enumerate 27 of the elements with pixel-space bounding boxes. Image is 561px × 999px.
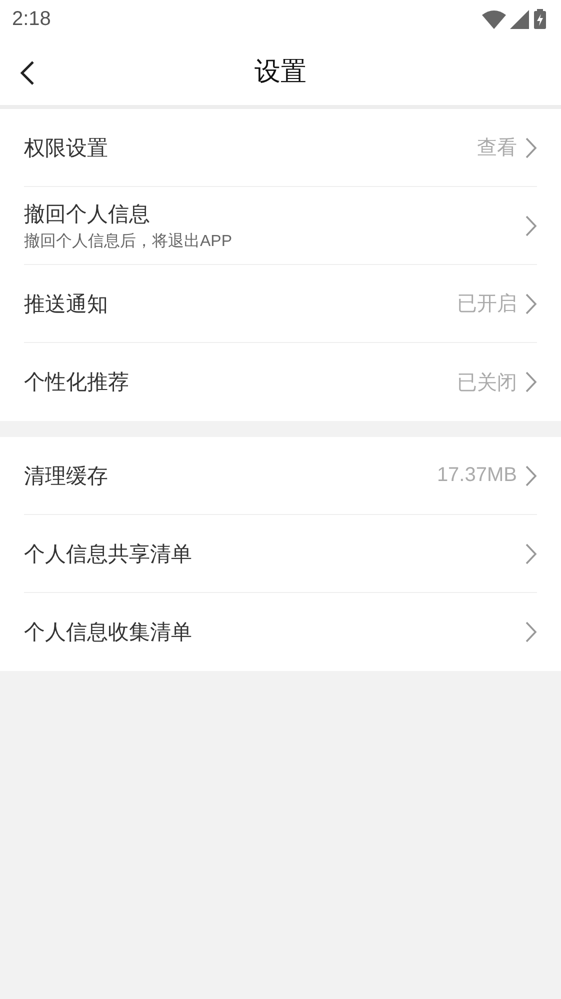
row-subtitle: 撤回个人信息后，将退出APP [24, 232, 234, 252]
back-icon [18, 60, 36, 86]
row-value: 已开启 [457, 292, 517, 317]
row-label: 个性化推荐 [24, 370, 130, 396]
page-title: 设置 [254, 55, 306, 88]
status-time: 2:18 [12, 8, 51, 30]
settings-row[interactable]: 个性化推荐 已关闭 [24, 343, 537, 421]
battery-icon [533, 9, 547, 29]
row-value: 17.37MB [436, 464, 517, 487]
row-label: 个人信息收集清单 [24, 620, 193, 646]
chevron-right-icon [525, 542, 537, 564]
chevron-right-icon [525, 292, 537, 314]
row-label: 个人信息共享清单 [24, 542, 193, 568]
chevron-right-icon [525, 464, 537, 486]
row-value: 查看 [477, 136, 517, 161]
chevron-right-icon [525, 371, 537, 393]
settings-row[interactable]: 个人信息收集清单 [24, 593, 537, 671]
chevron-right-icon [525, 214, 537, 236]
wifi-icon [482, 10, 506, 28]
chevron-right-icon [525, 136, 537, 158]
chevron-right-icon [525, 621, 537, 643]
row-label: 清理缓存 [24, 464, 109, 490]
row-label: 撤回个人信息 [24, 202, 151, 228]
row-value: 已关闭 [457, 370, 517, 396]
signal-icon [510, 10, 529, 28]
row-label: 推送通知 [24, 292, 109, 318]
row-label: 权限设置 [24, 136, 109, 162]
